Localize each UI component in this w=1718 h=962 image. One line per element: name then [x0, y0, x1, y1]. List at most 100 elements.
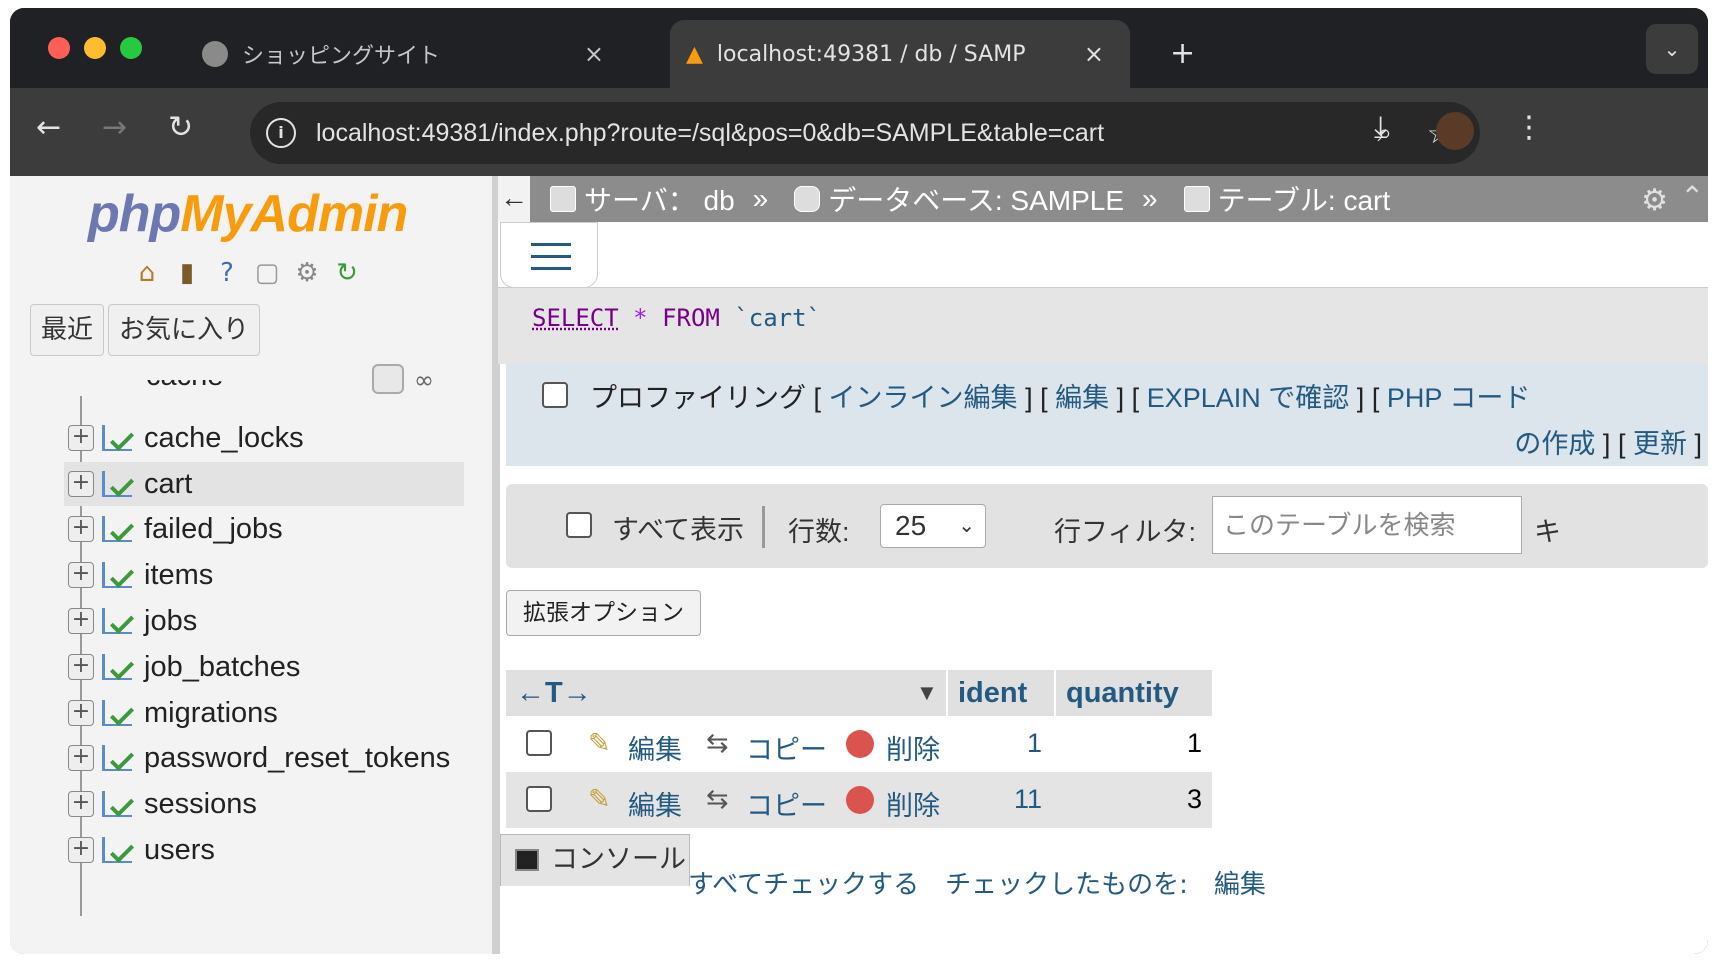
tree-item-password-reset-tokens[interactable]: + password_reset_tokens: [64, 736, 464, 780]
column-ident[interactable]: ident: [946, 670, 1050, 716]
inline-edit-link[interactable]: インライン編集: [829, 383, 1018, 413]
pencil-icon[interactable]: ✎: [588, 728, 611, 759]
tree-item-job-batches[interactable]: + job_batches: [64, 645, 464, 689]
tab-phpmyadmin[interactable]: ▲ localhost:49381 / db / SAMPLE ×: [670, 20, 1130, 88]
row-checkbox[interactable]: [526, 786, 552, 812]
tab-shopping[interactable]: ショッピングサイト ×: [190, 20, 630, 88]
row-copy-link[interactable]: コピー: [746, 784, 827, 823]
tab-search-button[interactable]: ⌄: [1646, 24, 1698, 74]
filter-label: 行フィルタ:: [1054, 517, 1196, 547]
row-edit-link[interactable]: 編集: [628, 728, 682, 767]
row-edit-link[interactable]: 編集: [628, 784, 682, 823]
recent-tab[interactable]: 最近: [30, 304, 105, 356]
site-info-icon[interactable]: i: [266, 118, 296, 148]
sort-triangle-icon[interactable]: ▼: [916, 670, 938, 716]
breadcrumb-table[interactable]: テーブル: cart: [1218, 179, 1391, 219]
expand-icon[interactable]: +: [68, 608, 94, 634]
tab-close-icon[interactable]: ×: [584, 40, 604, 68]
home-icon[interactable]: ⌂: [130, 256, 164, 290]
console-icon: [515, 849, 539, 871]
cell-quantity[interactable]: 3: [1187, 784, 1202, 815]
extended-options-button[interactable]: 拡張オプション: [506, 590, 701, 636]
collapse-navigation-button[interactable]: ←: [498, 176, 530, 222]
tree-item-cache[interactable]: cache: [64, 380, 464, 398]
expand-icon[interactable]: +: [68, 745, 94, 771]
show-all-checkbox[interactable]: [566, 512, 592, 538]
pencil-icon[interactable]: ✎: [588, 784, 611, 815]
cell-ident[interactable]: 1: [1027, 728, 1042, 759]
maximize-window-button[interactable]: [120, 37, 142, 59]
bulk-actions-hint: すべてチェックする チェックしたものを: 編集: [688, 870, 1266, 900]
console-tab[interactable]: コンソール: [500, 834, 690, 886]
phpmyadmin-logo[interactable]: phpMyAdmin: [88, 184, 408, 244]
results-navigation: すべて表示 行数: 25 ⌄ 行フィルタ: このテーブルを検索 キ: [506, 484, 1708, 568]
address-bar[interactable]: i localhost:49381/index.php?route=/sql&p…: [250, 102, 1480, 164]
expand-icon[interactable]: +: [68, 654, 94, 680]
tree-item-users[interactable]: + users: [64, 828, 464, 872]
tree-item-cache-locks[interactable]: + cache_locks: [64, 416, 464, 460]
settings-gear-icon[interactable]: ⚙: [1641, 183, 1668, 218]
copy-icon[interactable]: ⇆: [706, 784, 729, 815]
breadcrumb-server[interactable]: サーバ： db: [584, 179, 735, 219]
minimize-window-button[interactable]: [84, 37, 106, 59]
expand-icon[interactable]: +: [68, 516, 94, 542]
avatar[interactable]: [1436, 112, 1474, 150]
tree-item-cart[interactable]: + cart: [64, 462, 464, 506]
expand-icon[interactable]: +: [68, 837, 94, 863]
tree-item-migrations[interactable]: + migrations: [64, 691, 464, 735]
expand-icon[interactable]: +: [68, 562, 94, 588]
menu-kebab-icon[interactable]: ⋮: [1514, 110, 1544, 145]
delete-icon[interactable]: [846, 730, 874, 758]
new-tab-button[interactable]: +: [1170, 36, 1195, 71]
tree-item-items[interactable]: + items: [64, 553, 464, 597]
row-delete-link[interactable]: 削除: [886, 784, 940, 823]
reload-icon[interactable]: ↻: [168, 110, 193, 145]
table-filter-input[interactable]: このテーブルを検索: [1212, 496, 1522, 554]
tree-item-jobs[interactable]: + jobs: [64, 599, 464, 643]
expand-icon[interactable]: +: [68, 791, 94, 817]
download-icon[interactable]: ⤓: [1374, 110, 1387, 145]
column-quantity[interactable]: quantity: [1054, 670, 1212, 716]
close-window-button[interactable]: [48, 37, 70, 59]
row-checkbox[interactable]: [526, 730, 552, 756]
explain-link[interactable]: EXPLAIN で確認: [1147, 383, 1350, 413]
tab-title: ショッピングサイト: [242, 44, 441, 69]
copy-icon[interactable]: ⇆: [706, 728, 729, 759]
expand-icon[interactable]: +: [68, 471, 94, 497]
edit-query-link[interactable]: 編集: [1055, 383, 1109, 413]
nav-icons: ⌂ ▮ ? ▢ ⚙ ↻: [130, 256, 364, 290]
refresh-link[interactable]: 更新: [1633, 429, 1687, 459]
row-copy-link[interactable]: コピー: [746, 728, 827, 767]
logout-icon[interactable]: ▮: [170, 256, 204, 290]
delete-icon[interactable]: [846, 786, 874, 814]
tab-close-icon[interactable]: ×: [1084, 40, 1104, 68]
divider: [762, 506, 765, 548]
php-code-link[interactable]: PHP コード: [1387, 383, 1531, 413]
chevron-down-icon: ⌄: [958, 515, 975, 537]
forward-icon[interactable]: →: [102, 110, 127, 145]
pma-favicon-icon: ▲: [686, 41, 703, 67]
cell-quantity[interactable]: 1: [1187, 728, 1202, 759]
tab-strip: ショッピングサイト × ▲ localhost:49381 / db / SAM…: [10, 8, 1708, 88]
expand-icon[interactable]: +: [68, 700, 94, 726]
favorites-tab[interactable]: お気に入り: [108, 304, 261, 356]
expand-icon[interactable]: +: [68, 425, 94, 451]
hamburger-menu-button[interactable]: [500, 222, 598, 288]
rows-select[interactable]: 25 ⌄: [880, 504, 986, 548]
breadcrumb-database[interactable]: データベース: SAMPLE: [828, 179, 1124, 219]
column-arrows[interactable]: ←T→: [516, 670, 592, 716]
url-text[interactable]: localhost:49381/index.php?route=/sql&pos…: [316, 119, 1104, 148]
back-icon[interactable]: ←: [36, 110, 61, 145]
tree-item-sessions[interactable]: + sessions: [64, 782, 464, 826]
cell-ident[interactable]: 11: [1014, 784, 1042, 815]
profiling-checkbox[interactable]: [542, 382, 568, 408]
settings-gear-icon[interactable]: ⚙: [290, 256, 324, 290]
docs-icon[interactable]: ▢: [250, 256, 284, 290]
php-code-link-cont[interactable]: の作成: [1514, 429, 1595, 459]
help-icon[interactable]: ?: [210, 256, 244, 290]
row-delete-link[interactable]: 削除: [886, 728, 940, 767]
table-icon: [102, 425, 132, 451]
tree-item-failed-jobs[interactable]: + failed_jobs: [64, 507, 464, 551]
reload-navigation-icon[interactable]: ↻: [330, 256, 364, 290]
collapse-top-icon[interactable]: ⌃: [1681, 180, 1704, 213]
